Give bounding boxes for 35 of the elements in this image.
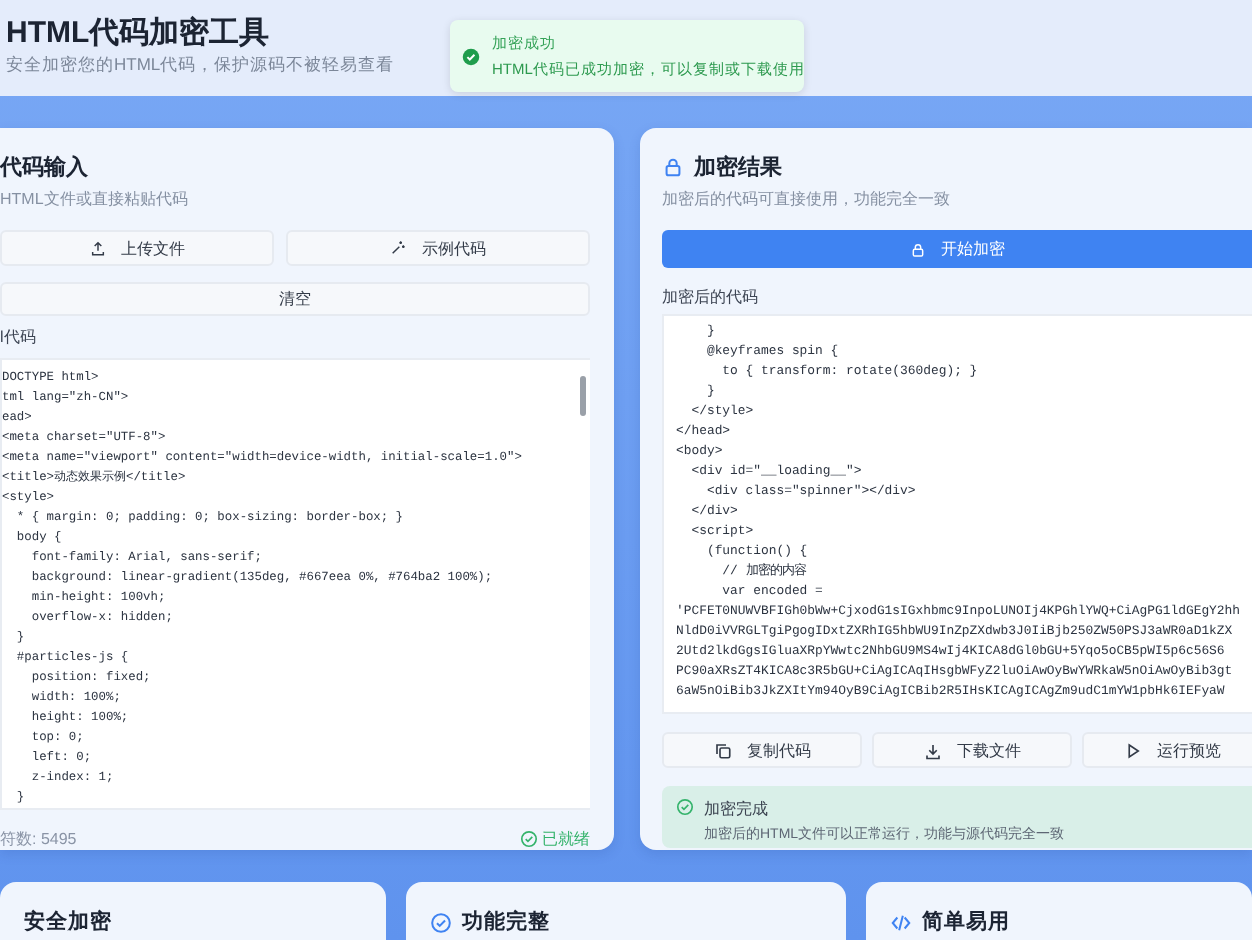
feature-title: 功能完整 [462,908,550,936]
upload-button[interactable]: 上传文件 [0,230,274,266]
code-icon [890,911,912,933]
lock-icon [909,241,925,257]
feature-title: 安全加密 [24,908,112,936]
clear-button[interactable]: 清空 [0,282,590,316]
card-title: 加密结果 [662,152,1252,180]
check-circle-icon [430,911,452,933]
code-area[interactable] [0,357,590,810]
upload-icon [89,240,105,256]
check-circle-icon [462,47,480,65]
download-button[interactable]: 下载文件 [872,732,1072,768]
card-title: 代码输入 [0,153,90,180]
check-circle-icon [520,830,538,848]
copy-button[interactable]: 复制代码 [662,732,862,768]
check-circle-icon [676,798,694,816]
copy-icon [713,741,731,759]
lock-icon [662,155,684,177]
card-subtitle: 加密后的代码可直接使用，功能完全一致 [662,188,952,210]
notice-title: 加密完成 [704,798,770,820]
feature-title: 简单易用 [922,908,1010,936]
preview-button[interactable]: 运行预览 [1082,732,1252,768]
page-subtitle: 安全加密您的HTML代码，保护源码不被轻易查看 [6,54,395,74]
char-count: 符数: 5495 [0,828,77,850]
play-icon [1123,741,1141,759]
status-label: 已就绪 [520,828,590,850]
scrollbar[interactable] [580,375,586,416]
sample-button[interactable]: 示例代码 [286,230,590,266]
card-subtitle: HTML文件或直接粘贴代码 [0,188,190,210]
field-label: 加密后的代码 [662,286,760,308]
encrypt-button[interactable]: 开始加密 [662,230,1252,268]
magic-wand-icon [390,240,406,256]
download-icon [923,741,941,759]
field-label: l代码 [0,325,38,348]
page-title: HTML代码加密工具 [6,16,270,50]
